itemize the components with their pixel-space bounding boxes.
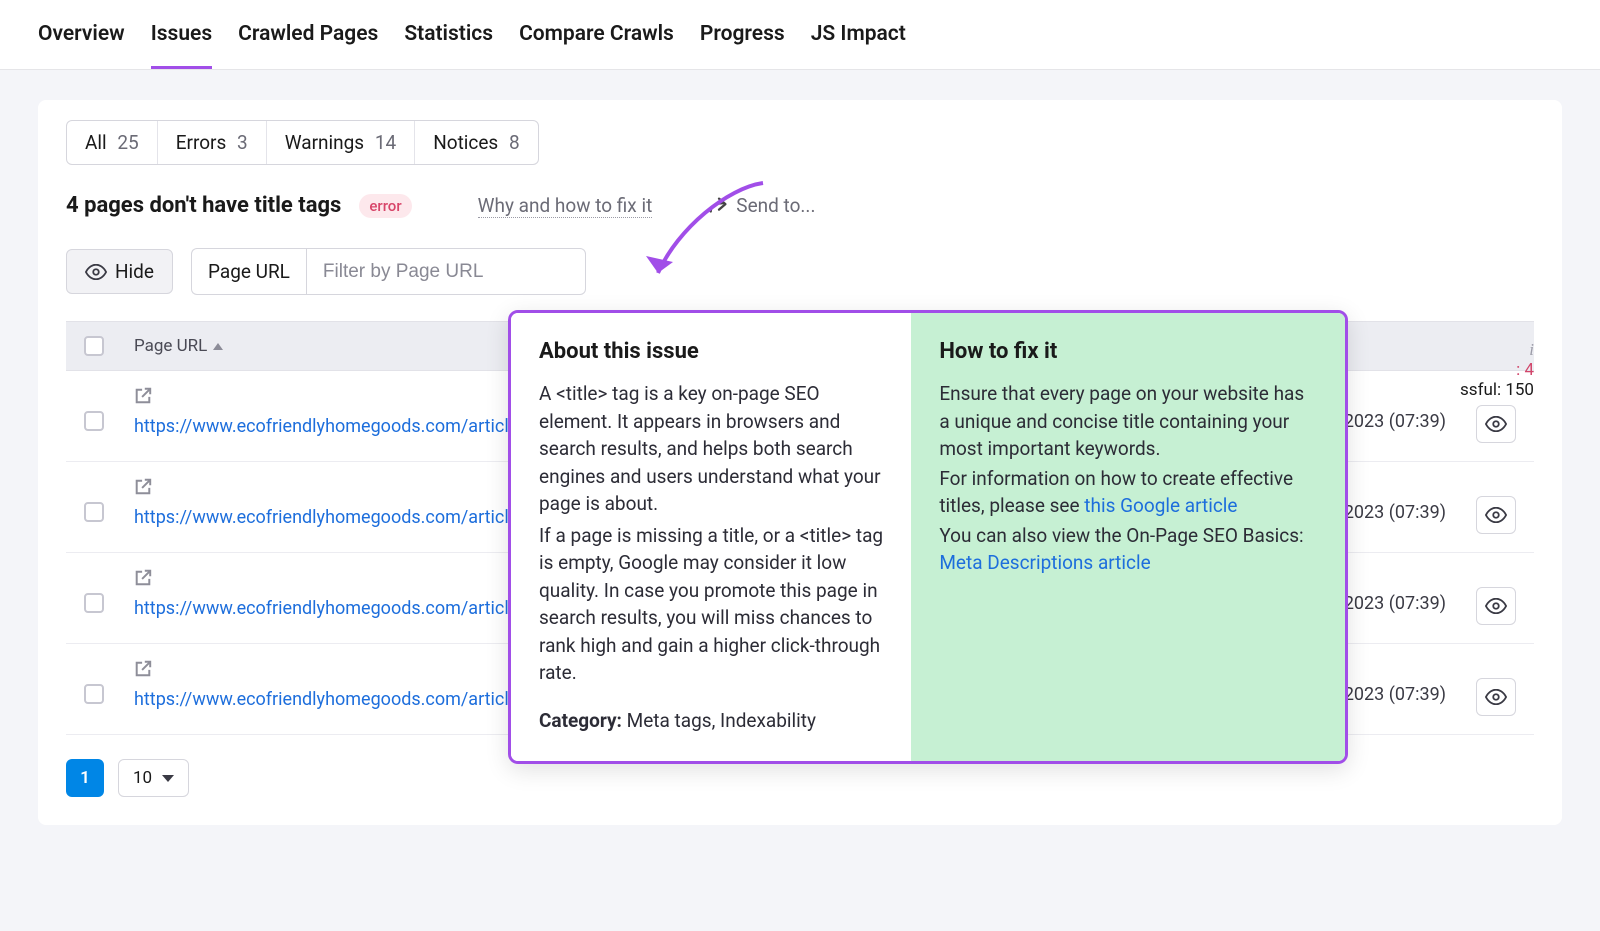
filter-errors-label: Errors <box>176 131 227 154</box>
why-how-fix-link[interactable]: Why and how to fix it <box>478 194 653 218</box>
category-label: Category: <box>539 709 622 732</box>
column-page-url[interactable]: Page URL <box>134 336 223 356</box>
about-title: About this issue <box>539 339 883 364</box>
pageurl-filter-input[interactable] <box>306 248 586 295</box>
row-checkbox[interactable] <box>84 684 104 704</box>
filter-notices[interactable]: Notices 8 <box>415 121 537 164</box>
page-size-value: 10 <box>133 768 152 788</box>
filter-warnings-count: 14 <box>375 131 396 154</box>
row-checkbox[interactable] <box>84 411 104 431</box>
filter-all-count: 25 <box>117 131 138 154</box>
pagination: 1 10 <box>66 759 1534 797</box>
page-1-button[interactable]: 1 <box>66 759 104 797</box>
hide-button[interactable]: Hide <box>66 249 173 294</box>
main-panel: All 25 Errors 3 Warnings 14 Notices 8 4 … <box>38 100 1562 825</box>
pageurl-field-label: Page URL <box>191 248 306 295</box>
tab-js-impact[interactable]: JS Impact <box>811 0 906 69</box>
broken-count: : 4 <box>1516 360 1534 380</box>
fix-title: How to fix it <box>939 339 1317 364</box>
fix-paragraph-2: For information on how to create effecti… <box>939 465 1317 520</box>
popover-about: About this issue A <title> tag is a key … <box>511 313 911 761</box>
category-line: Category: Meta tags, Indexability <box>539 707 883 735</box>
view-button[interactable] <box>1476 405 1516 443</box>
tab-statistics[interactable]: Statistics <box>404 0 493 69</box>
eye-icon <box>1485 507 1507 523</box>
tab-issues[interactable]: Issues <box>151 0 212 69</box>
filter-warnings[interactable]: Warnings 14 <box>267 121 415 164</box>
eye-icon <box>1485 416 1507 432</box>
filter-warnings-label: Warnings <box>285 131 364 154</box>
heading-row: 4 pages don't have title tags error Why … <box>66 193 1534 218</box>
column-page-url-label: Page URL <box>134 336 207 356</box>
top-tabs: Overview Issues Crawled Pages Statistics… <box>0 0 1600 70</box>
eye-icon <box>85 264 107 280</box>
eye-icon <box>1485 689 1507 705</box>
controls-row: Hide Page URL <box>66 248 1534 295</box>
send-to-label: Send to... <box>736 194 815 217</box>
fix-p3-text: You can also view the On-Page SEO Basics… <box>939 524 1303 547</box>
about-paragraph-2: If a page is missing a title, or a <titl… <box>539 522 883 687</box>
http-stats: i : 4 ssful: 150 <box>1460 340 1534 400</box>
filter-errors[interactable]: Errors 3 <box>158 121 267 164</box>
error-badge: error <box>359 194 411 218</box>
google-article-link[interactable]: this Google article <box>1084 494 1237 517</box>
chevron-down-icon <box>162 775 174 782</box>
meta-descriptions-link[interactable]: Meta Descriptions article <box>939 551 1150 574</box>
select-all-checkbox[interactable] <box>84 336 104 356</box>
page-title: 4 pages don't have title tags <box>66 193 341 218</box>
view-button[interactable] <box>1476 496 1516 534</box>
share-arrow-icon <box>708 197 730 215</box>
tab-crawled-pages[interactable]: Crawled Pages <box>238 0 378 69</box>
fix-popover: About this issue A <title> tag is a key … <box>508 310 1348 764</box>
row-checkbox[interactable] <box>84 593 104 613</box>
popover-fix: How to fix it Ensure that every page on … <box>911 313 1345 761</box>
sort-ascending-icon <box>213 343 223 350</box>
info-icon: i <box>1529 340 1534 360</box>
filter-all-label: All <box>85 131 107 154</box>
hide-label: Hide <box>115 260 154 283</box>
tab-progress[interactable]: Progress <box>700 0 785 69</box>
filter-pills: All 25 Errors 3 Warnings 14 Notices 8 <box>66 120 539 165</box>
fix-paragraph-1: Ensure that every page on your website h… <box>939 380 1317 463</box>
filter-errors-count: 3 <box>237 131 248 154</box>
tab-compare-crawls[interactable]: Compare Crawls <box>519 0 674 69</box>
view-button[interactable] <box>1476 587 1516 625</box>
filter-notices-label: Notices <box>433 131 498 154</box>
eye-icon <box>1485 598 1507 614</box>
view-button[interactable] <box>1476 678 1516 716</box>
row-checkbox[interactable] <box>84 502 104 522</box>
filter-notices-count: 8 <box>509 131 520 154</box>
send-to-button[interactable]: Send to... <box>708 194 815 217</box>
tab-overview[interactable]: Overview <box>38 0 125 69</box>
filter-all[interactable]: All 25 <box>67 121 158 164</box>
page-size-select[interactable]: 10 <box>118 759 189 797</box>
success-count: ssful: 150 <box>1460 380 1534 400</box>
about-paragraph-1: A <title> tag is a key on-page SEO eleme… <box>539 380 883 518</box>
category-value: Meta tags, Indexability <box>622 709 816 732</box>
fix-paragraph-3: You can also view the On-Page SEO Basics… <box>939 522 1317 577</box>
